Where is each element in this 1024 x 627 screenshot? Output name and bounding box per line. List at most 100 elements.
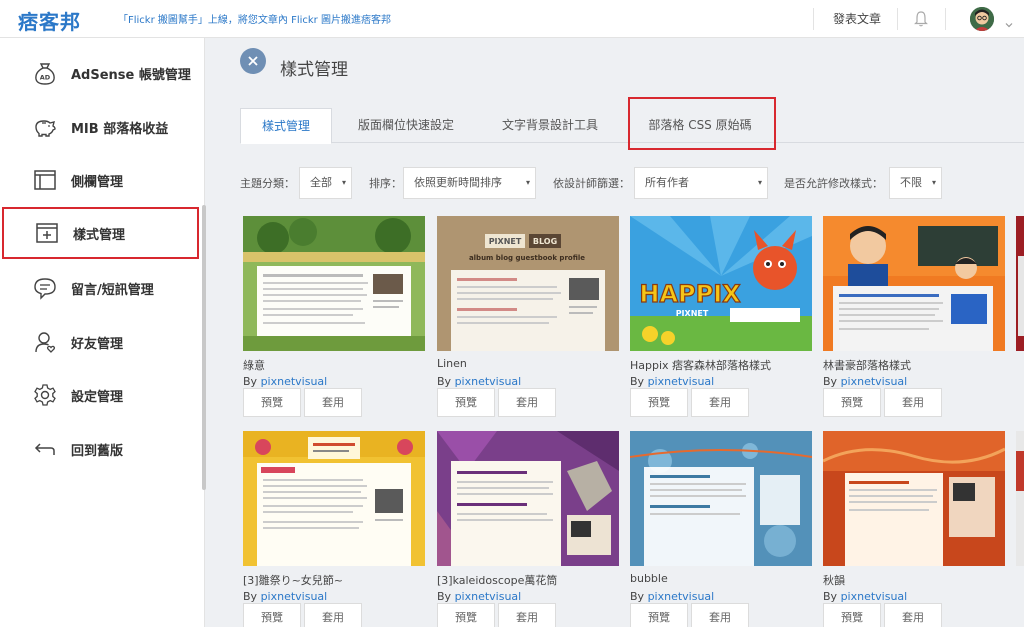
- template-name: 綠意: [243, 359, 265, 372]
- author-link[interactable]: pixnetvisual: [841, 375, 908, 388]
- preview-button[interactable]: 預覽: [243, 603, 301, 627]
- tab-layout-quick-settings[interactable]: 版面欄位快速設定: [340, 108, 472, 143]
- apply-button[interactable]: 套用: [304, 388, 362, 417]
- dropdown-arrow-icon: ▾: [931, 178, 936, 187]
- sort-select[interactable]: 依照更新時間排序 ▾: [403, 167, 536, 199]
- sidebar-item-settings[interactable]: 設定管理: [0, 369, 200, 421]
- sidebar-item-adsense[interactable]: AD AdSense 帳號管理: [0, 47, 200, 99]
- template-thumbnail[interactable]: [630, 431, 812, 566]
- apply-button[interactable]: 套用: [884, 603, 942, 627]
- close-icon[interactable]: [240, 48, 266, 74]
- template-author-line: By pixnetvisual: [243, 375, 327, 388]
- template-thumbnail[interactable]: [437, 431, 619, 566]
- sidebar-item-old-version[interactable]: 回到舊版: [0, 423, 200, 475]
- template-author-line: By pixnetvisual: [823, 590, 907, 603]
- sidebar-item-label: 設定管理: [71, 389, 124, 405]
- top-bar: 痞客邦 「Flickr 搬圖幫手」上線，將您文章內 Flickr 圖片搬進痞客邦…: [0, 0, 1024, 38]
- template-thumbnail[interactable]: [243, 216, 425, 351]
- template-thumbnail[interactable]: [823, 216, 1005, 351]
- friend-icon: [32, 329, 58, 355]
- linen-brand-text: PIXNET: [489, 237, 522, 246]
- modify-select-value: 不限: [900, 176, 922, 189]
- announcement-link[interactable]: 「Flickr 搬圖幫手」上線，將您文章內 Flickr 圖片搬進痞客邦: [118, 11, 391, 26]
- apply-button[interactable]: 套用: [498, 388, 556, 417]
- apply-button[interactable]: 套用: [691, 603, 749, 627]
- happix-word-text: HAPPIX: [639, 280, 741, 308]
- template-name: Linen: [437, 357, 467, 370]
- template-name: 林書豪部落格樣式: [823, 359, 911, 372]
- template-name: [3]kaleidoscope萬花筒: [437, 574, 558, 587]
- author-link[interactable]: pixnetvisual: [841, 590, 908, 603]
- apply-button[interactable]: 套用: [691, 388, 749, 417]
- template-name: bubble: [630, 572, 668, 585]
- author-link[interactable]: pixnetvisual: [455, 375, 522, 388]
- author-link[interactable]: pixnetvisual: [455, 590, 522, 603]
- apply-button[interactable]: 套用: [498, 603, 556, 627]
- designer-select[interactable]: 所有作者 ▾: [634, 167, 768, 199]
- publish-article-button[interactable]: 發表文章: [833, 10, 881, 27]
- by-prefix: By: [437, 375, 452, 388]
- template-thumbnail[interactable]: HAPPIX PIXNET: [630, 216, 812, 351]
- svg-text:AD: AD: [40, 74, 51, 82]
- template-thumbnail[interactable]: PIXNET BLOG album blog guestbook profile: [437, 216, 619, 351]
- by-prefix: By: [823, 590, 838, 603]
- by-prefix: By: [630, 590, 645, 603]
- template-thumbnail[interactable]: [823, 431, 1005, 566]
- preview-button[interactable]: 預覽: [243, 388, 301, 417]
- preview-button[interactable]: 預覽: [437, 603, 495, 627]
- modify-select[interactable]: 不限 ▾: [889, 167, 942, 199]
- author-link[interactable]: pixnetvisual: [648, 590, 715, 603]
- sort-filter-label: 排序：: [369, 177, 402, 190]
- sidebar-item-friends[interactable]: 好友管理: [0, 316, 200, 368]
- preview-button[interactable]: 預覽: [630, 603, 688, 627]
- adsense-icon: AD: [32, 60, 58, 86]
- author-link[interactable]: pixnetvisual: [648, 375, 715, 388]
- template-author-line: By pixnetvisual: [630, 590, 714, 603]
- bell-icon[interactable]: [914, 11, 928, 27]
- sidebar-item-label: 留言/短訊管理: [71, 282, 154, 298]
- sidebar-item-messages[interactable]: 留言/短訊管理: [0, 262, 200, 314]
- divider: [897, 8, 898, 30]
- sidebar-item-styles[interactable]: 樣式管理: [2, 207, 199, 259]
- template-thumbnail[interactable]: [243, 431, 425, 566]
- preview-button[interactable]: 預覽: [823, 603, 881, 627]
- pixnet-logo[interactable]: 痞客邦: [18, 6, 81, 35]
- sidebar-scrollbar[interactable]: [202, 205, 206, 490]
- preview-button[interactable]: 預覽: [823, 388, 881, 417]
- preview-button[interactable]: 預覽: [630, 388, 688, 417]
- template-card-partial[interactable]: [1016, 431, 1024, 627]
- dropdown-arrow-icon: ▾: [757, 178, 762, 187]
- dropdown-arrow-icon: ▾: [341, 178, 346, 187]
- sidebar-item-label: AdSense 帳號管理: [71, 67, 191, 83]
- sidebar-item-widgets[interactable]: 側欄管理: [0, 154, 200, 206]
- template-thumbnail[interactable]: [1016, 216, 1024, 351]
- category-filter-label: 主題分類：: [240, 177, 295, 190]
- tab-text-background-tool[interactable]: 文字背景設計工具: [484, 108, 616, 143]
- by-prefix: By: [823, 375, 838, 388]
- modify-filter-label: 是否允許修改樣式：: [784, 177, 883, 190]
- preview-button[interactable]: 預覽: [437, 388, 495, 417]
- user-avatar[interactable]: [970, 7, 994, 31]
- linen-tagline-text: album blog guestbook profile: [469, 254, 585, 262]
- template-author-line: By pixnetvisual: [630, 375, 714, 388]
- divider: [945, 8, 946, 30]
- apply-button[interactable]: 套用: [304, 603, 362, 627]
- template-name: [3]雛祭り~女兒節~: [243, 574, 344, 587]
- sidebar-item-mib[interactable]: MIB 部落格收益: [0, 101, 200, 153]
- category-select[interactable]: 全部 ▾: [299, 167, 352, 199]
- sidebar-item-label: 回到舊版: [71, 443, 124, 459]
- apply-button[interactable]: 套用: [884, 388, 942, 417]
- gear-icon: [32, 382, 58, 408]
- sidebar-item-label: 好友管理: [71, 336, 124, 352]
- template-thumbnail[interactable]: [1016, 431, 1024, 566]
- chat-bubble-icon: [32, 275, 58, 301]
- template-card-partial[interactable]: [1016, 216, 1024, 416]
- style-add-icon: [34, 220, 60, 246]
- sidebar-item-label: MIB 部落格收益: [71, 121, 169, 137]
- chevron-down-icon[interactable]: [1005, 14, 1013, 28]
- category-select-value: 全部: [310, 176, 332, 189]
- author-link[interactable]: pixnetvisual: [261, 590, 328, 603]
- template-author-line: By pixnetvisual: [823, 375, 907, 388]
- author-link[interactable]: pixnetvisual: [261, 375, 328, 388]
- tab-style-management[interactable]: 樣式管理: [240, 108, 332, 144]
